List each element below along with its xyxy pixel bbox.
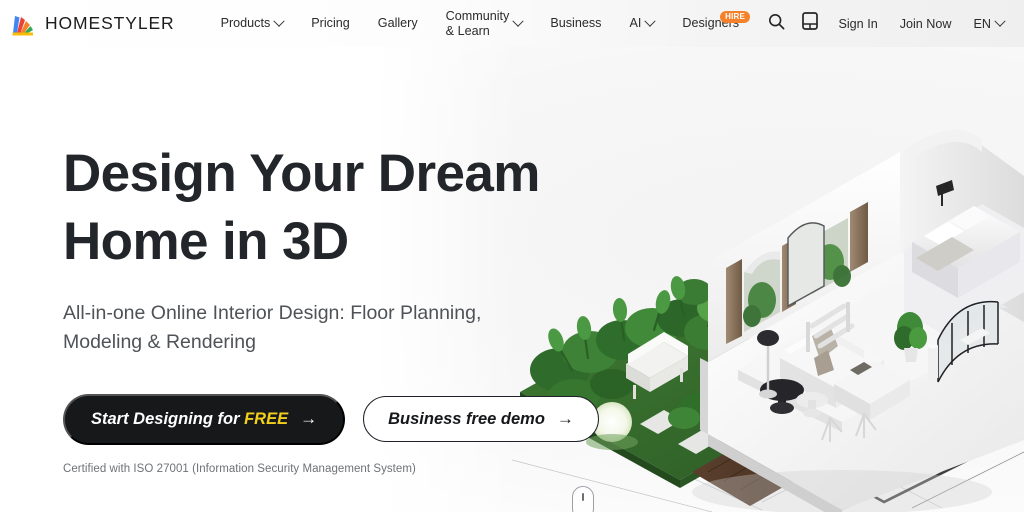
homestyler-fan-logo-icon xyxy=(10,10,36,37)
header-actions: Sign In Join Now EN xyxy=(759,7,1012,41)
hero-subheadline: All-in-one Online Interior Design: Floor… xyxy=(63,301,482,354)
nav-label-gallery: Gallery xyxy=(377,16,418,31)
headline-line-1: Design Your Dream xyxy=(63,144,540,203)
nav-item-business[interactable]: Business xyxy=(536,16,615,30)
iso-certification-text: Certified with ISO 27001 (Information Se… xyxy=(63,462,416,475)
language-label: EN xyxy=(973,16,992,31)
chevron-down-icon xyxy=(273,15,285,27)
primary-cta-text: Start Designing for xyxy=(91,409,245,428)
nav-label-business: Business xyxy=(550,16,602,31)
nav-item-designers[interactable]: Designers HIRE xyxy=(668,11,753,30)
mobile-app-icon xyxy=(802,12,819,35)
main-navigation: Products Pricing Gallery Community & Lea… xyxy=(207,9,754,38)
nav-item-pricing[interactable]: Pricing xyxy=(297,16,364,30)
homestyler-landing-page: HOMESTYLER Products Pricing Gallery Comm… xyxy=(0,0,1024,512)
join-now-link[interactable]: Join Now xyxy=(889,17,963,31)
business-free-demo-button[interactable]: Business free demo → xyxy=(363,396,599,443)
start-designing-free-button[interactable]: Start Designing for FREE → xyxy=(63,393,346,445)
nav-label-community-line2: & Learn xyxy=(445,23,490,38)
nav-label-community: Community xyxy=(445,9,510,24)
secondary-cta-label: Business free demo xyxy=(388,409,545,428)
nav-item-community-learn[interactable]: Community & Learn xyxy=(432,9,537,38)
headline-line-2: Home in 3D xyxy=(63,211,349,271)
mobile-app-button[interactable] xyxy=(793,7,827,41)
search-icon xyxy=(768,13,785,35)
chevron-down-icon xyxy=(512,15,525,27)
chevron-down-icon xyxy=(644,15,657,27)
nav-item-gallery[interactable]: Gallery xyxy=(364,16,432,30)
site-header: HOMESTYLER Products Pricing Gallery Comm… xyxy=(0,0,1024,47)
arrow-right-icon: → xyxy=(556,408,574,428)
scroll-down-mouse-icon[interactable] xyxy=(572,486,594,512)
primary-cta-label: Start Designing for FREE xyxy=(91,410,288,429)
cta-button-row: Start Designing for FREE → Business free… xyxy=(63,393,623,445)
nav-item-products[interactable]: Products xyxy=(207,15,298,31)
language-selector[interactable]: EN xyxy=(963,15,1013,31)
nav-label-ai: AI xyxy=(629,16,642,31)
chevron-down-icon xyxy=(994,15,1006,27)
nav-label-pricing: Pricing xyxy=(311,16,350,31)
hero-copy: Design Your Dream Home in 3D All-in-one … xyxy=(63,140,623,475)
search-button[interactable] xyxy=(759,7,793,41)
brand-logo-link[interactable]: HOMESTYLER xyxy=(10,10,175,37)
primary-cta-highlight: FREE xyxy=(244,409,289,428)
hire-badge: HIRE xyxy=(720,11,751,23)
nav-item-ai[interactable]: AI xyxy=(615,15,668,31)
brand-name: HOMESTYLER xyxy=(45,13,175,33)
nav-label-products: Products xyxy=(220,16,271,31)
sign-in-link[interactable]: Sign In xyxy=(827,17,888,31)
arrow-right-icon: → xyxy=(300,408,318,428)
page-title: Design Your Dream Home in 3D xyxy=(63,140,623,276)
